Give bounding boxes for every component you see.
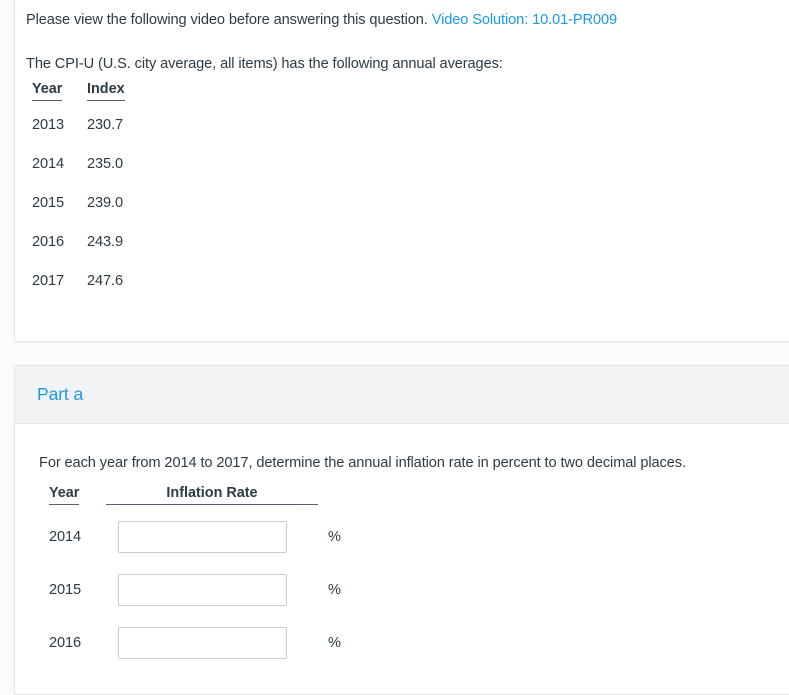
- answer-cell-year-2015: 2015: [49, 581, 82, 598]
- inflation-rate-input-2014[interactable]: [118, 520, 287, 553]
- inflation-rate-input-2016[interactable]: [118, 626, 287, 659]
- table-row: 2016 243.9: [32, 223, 157, 262]
- answer-header-year-label: Year: [49, 485, 80, 505]
- answer-cell-year-2014: 2014: [49, 528, 82, 545]
- video-intro-line: Please view the following video before a…: [26, 10, 617, 30]
- cpi-cell-index: 239.0: [87, 195, 124, 211]
- answer-table-head: Year Inflation Rate: [49, 485, 341, 510]
- cpi-header-year: Year: [32, 81, 87, 106]
- table-row: 2014 %: [49, 510, 341, 563]
- answer-cell-unit-2016: %: [318, 616, 341, 669]
- part-a-card: Part a For each year from 2014 to 2017, …: [14, 365, 789, 695]
- cpi-table-body: 2013 230.7 2014 235.0 2015 239.0 2016 24…: [32, 106, 157, 301]
- answer-cell-year-2016: 2016: [49, 634, 82, 651]
- video-intro-text: Please view the following video before a…: [26, 12, 428, 28]
- page-root: Please view the following video before a…: [0, 0, 789, 695]
- table-row: 2015 239.0: [32, 184, 157, 223]
- table-row: 2017 247.6: [32, 262, 157, 301]
- answer-cell-unit-2015: %: [318, 563, 341, 616]
- question-prompt: The CPI-U (U.S. city average, all items)…: [26, 56, 503, 72]
- cpi-cell-index: 243.9: [87, 234, 124, 250]
- cpi-cell-year: 2014: [32, 156, 65, 172]
- answer-table-header-row: Year Inflation Rate: [49, 485, 341, 510]
- answer-cell-input-2016: [106, 616, 318, 669]
- table-row: 2016 %: [49, 616, 341, 669]
- percent-sign-2016: %: [328, 634, 341, 651]
- part-a-body: For each year from 2014 to 2017, determi…: [15, 425, 789, 694]
- answer-cell-input-2015: [106, 563, 318, 616]
- cpi-header-index-label: Index: [87, 81, 125, 101]
- inflation-rate-answer-table: Year Inflation Rate 2014 % 2015 % 2016 %: [49, 485, 341, 669]
- part-a-title: Part a: [37, 384, 84, 404]
- cpi-header-index: Index: [87, 81, 157, 106]
- cpi-table-head: Year Index: [32, 81, 157, 106]
- part-a-header: Part a: [15, 366, 789, 424]
- answer-table-body: 2014 % 2015 % 2016 %: [49, 510, 341, 669]
- cpi-cell-year: 2013: [32, 117, 65, 133]
- answer-header-rate: Inflation Rate: [106, 485, 318, 510]
- cpi-header-year-label: Year: [32, 81, 63, 101]
- percent-sign-2015: %: [328, 581, 341, 598]
- inflation-rate-input-2015[interactable]: [118, 573, 287, 606]
- cpi-cell-year: 2017: [32, 273, 65, 289]
- percent-sign-2014: %: [328, 528, 341, 545]
- cpi-cell-year: 2016: [32, 234, 65, 250]
- answer-cell-input-2014: [106, 510, 318, 563]
- cpi-table-header-row: Year Index: [32, 81, 157, 106]
- answer-header-year: Year: [49, 485, 106, 510]
- cpi-cell-index: 235.0: [87, 156, 124, 172]
- table-row: 2015 %: [49, 563, 341, 616]
- answer-cell-unit-2014: %: [318, 510, 341, 563]
- answer-header-rate-label: Inflation Rate: [106, 485, 318, 505]
- table-row: 2014 235.0: [32, 145, 157, 184]
- table-row: 2013 230.7: [32, 106, 157, 145]
- cpi-cell-index: 230.7: [87, 117, 124, 133]
- cpi-cell-index: 247.6: [87, 273, 124, 289]
- cpi-cell-year: 2015: [32, 195, 65, 211]
- part-a-instruction: For each year from 2014 to 2017, determi…: [39, 455, 686, 471]
- cpi-index-table: Year Index 2013 230.7 2014 235.0 2015 23…: [32, 81, 157, 301]
- answer-header-unit-spacer: [318, 485, 341, 510]
- video-solution-link[interactable]: Video Solution: 10.01-PR009: [432, 12, 617, 28]
- question-card: Please view the following video before a…: [14, 0, 789, 342]
